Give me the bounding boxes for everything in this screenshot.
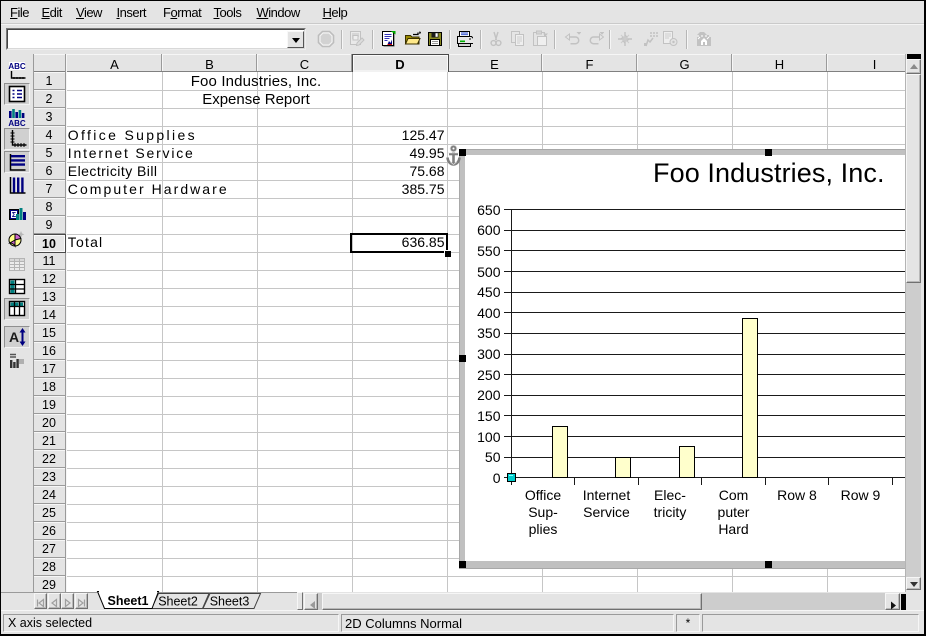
- svg-text:ABC: ABC: [8, 62, 26, 71]
- svg-text:A: A: [9, 329, 19, 345]
- svg-text:Σ: Σ: [12, 212, 16, 219]
- svg-text:ABC: ABC: [8, 119, 26, 127]
- svg-text:Sheet2: Sheet2: [158, 595, 198, 609]
- svg-text:Sheet1: Sheet1: [108, 594, 149, 608]
- svg-text:Sheet3: Sheet3: [210, 595, 250, 609]
